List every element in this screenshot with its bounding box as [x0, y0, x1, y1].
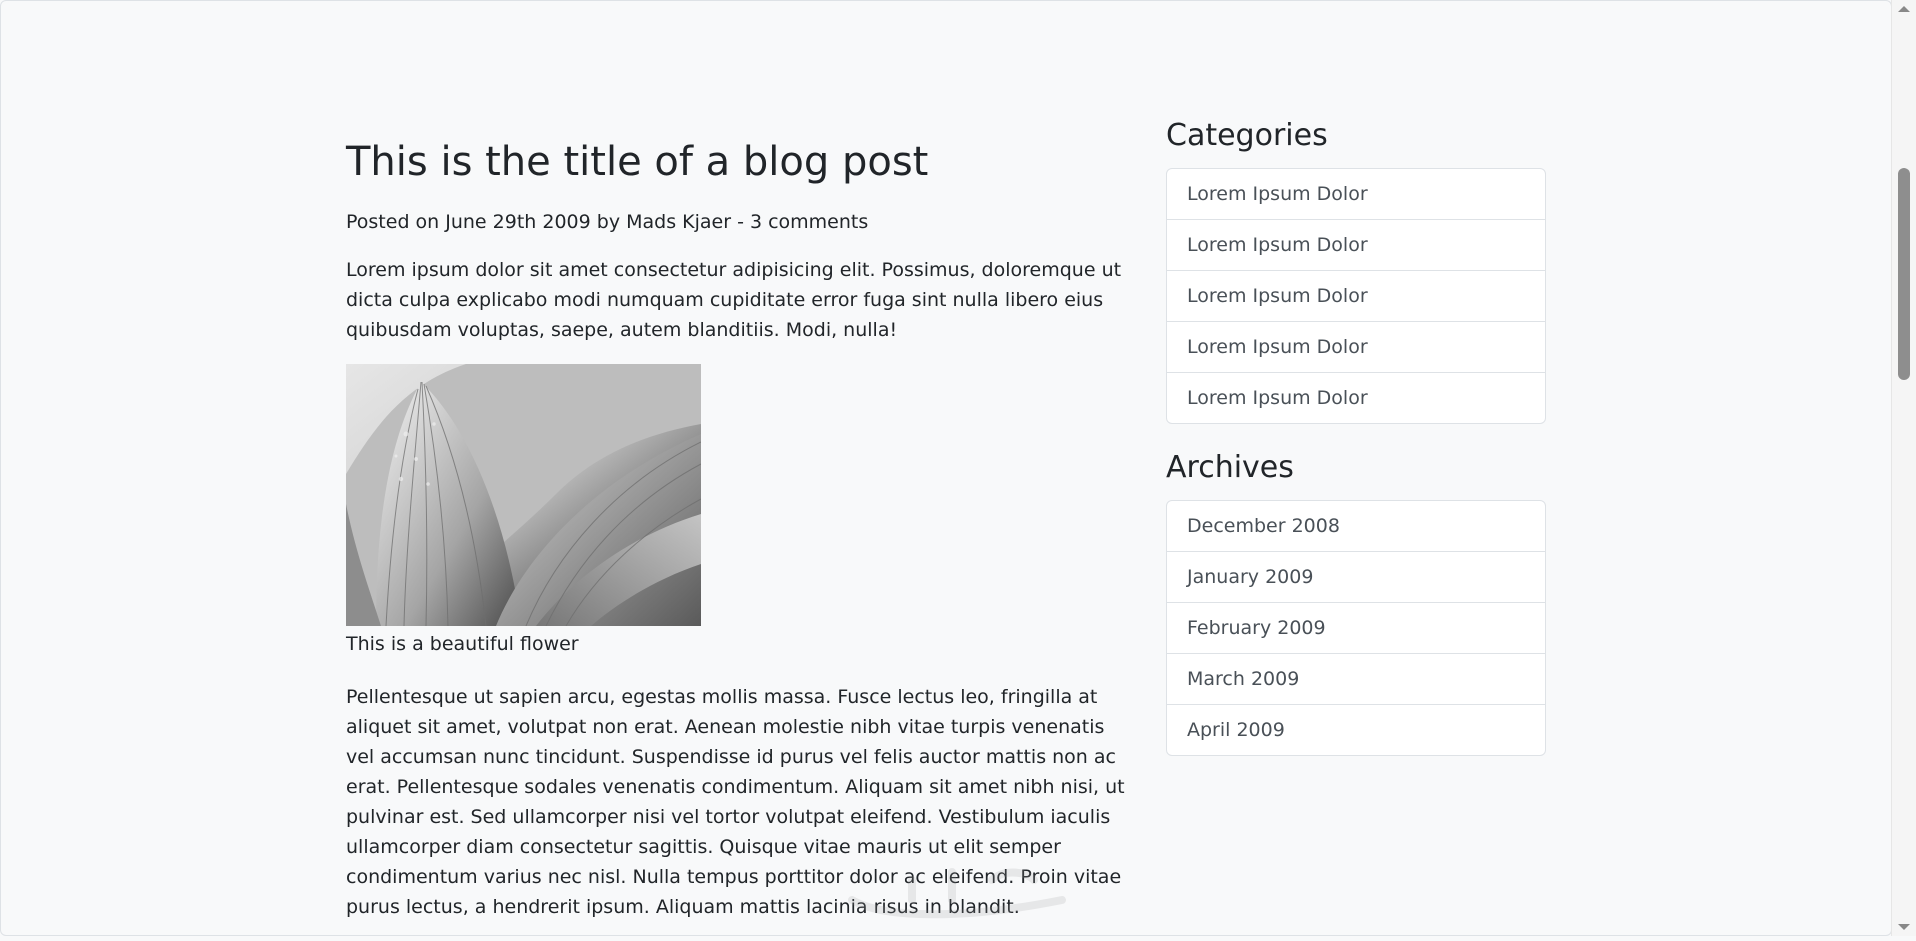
- archive-item[interactable]: January 2009: [1167, 552, 1545, 603]
- post-title: This is the title of a blog post: [346, 139, 929, 185]
- watermark-logo: [848, 868, 1066, 919]
- figure-caption: This is a beautiful flower: [346, 632, 579, 655]
- category-item[interactable]: Lorem Ipsum Dolor: [1167, 271, 1545, 322]
- categories-list: Lorem Ipsum Dolor Lorem Ipsum Dolor Lore…: [1166, 168, 1546, 424]
- category-item[interactable]: Lorem Ipsum Dolor: [1167, 322, 1545, 373]
- archive-item[interactable]: April 2009: [1167, 705, 1545, 755]
- post-figure: This is a beautiful flower: [346, 363, 1126, 659]
- archives-heading: Archives: [1166, 450, 1294, 485]
- blog-post: This is the title of a blog post Posted …: [346, 118, 1126, 941]
- vertical-scrollbar[interactable]: [1891, 0, 1916, 936]
- scroll-down-icon[interactable]: [1898, 924, 1910, 930]
- category-item[interactable]: Lorem Ipsum Dolor: [1167, 220, 1545, 271]
- sidebar: Categories Lorem Ipsum Dolor Lorem Ipsum…: [1166, 118, 1546, 756]
- flower-image: [346, 363, 701, 626]
- archive-item[interactable]: December 2008: [1167, 501, 1545, 552]
- archive-item[interactable]: March 2009: [1167, 654, 1545, 705]
- scrollbar-thumb[interactable]: [1898, 168, 1910, 380]
- scroll-up-icon[interactable]: [1898, 6, 1910, 12]
- category-item[interactable]: Lorem Ipsum Dolor: [1167, 373, 1545, 423]
- post-intro: Lorem ipsum dolor sit amet consectetur a…: [346, 258, 1122, 341]
- archive-item[interactable]: February 2009: [1167, 603, 1545, 654]
- archives-list: December 2008 January 2009 February 2009…: [1166, 500, 1546, 756]
- category-item[interactable]: Lorem Ipsum Dolor: [1167, 169, 1545, 220]
- categories-heading: Categories: [1166, 118, 1328, 153]
- post-meta: Posted on June 29th 2009 by Mads Kjaer -…: [346, 211, 869, 233]
